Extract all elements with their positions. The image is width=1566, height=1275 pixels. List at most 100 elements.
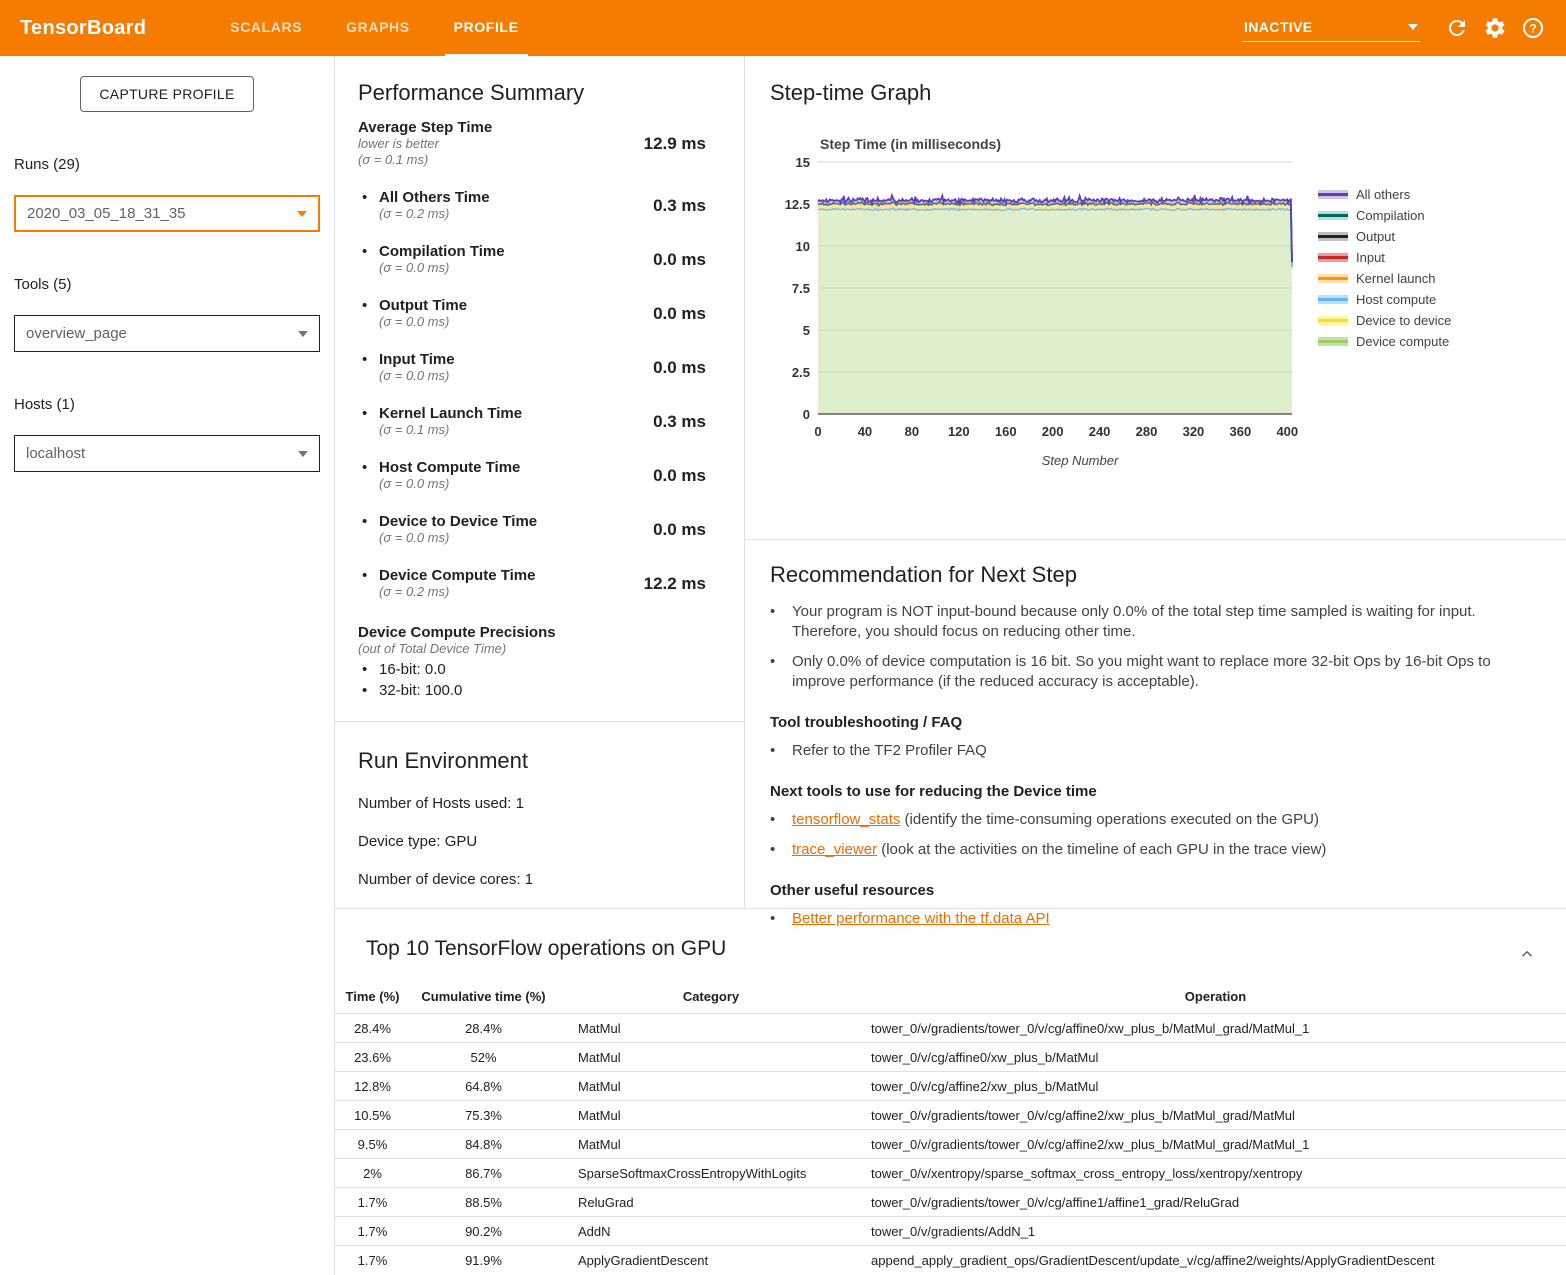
legend-label: Kernel launch	[1356, 271, 1436, 286]
operation-cell: append_apply_gradient_ops/GradientDescen…	[865, 1246, 1566, 1275]
recommendation-bullet: •Only 0.0% of device computation is 16 b…	[770, 652, 1526, 692]
runs-select[interactable]: 2020_03_05_18_31_35	[14, 195, 320, 232]
bullet-icon: •	[358, 682, 379, 699]
category-cell: MatMul	[557, 1043, 865, 1072]
legend-item: Input	[1318, 247, 1451, 268]
category-cell: MatMul	[557, 1014, 865, 1043]
metric-value: 0.3 ms	[653, 412, 706, 432]
svg-text:360: 360	[1230, 424, 1252, 439]
tab-graphs[interactable]: GRAPHS	[337, 0, 419, 56]
settings-gear-icon[interactable]	[1483, 16, 1507, 40]
metric-value: 0.0 ms	[653, 358, 706, 378]
tab-profile[interactable]: PROFILE	[445, 0, 528, 56]
svg-text:240: 240	[1089, 424, 1111, 439]
reload-status-value: INACTIVE	[1244, 19, 1313, 35]
bullet-icon: •	[770, 652, 792, 692]
bullet-icon: •	[358, 567, 379, 600]
average-step-time-note: lower is better	[358, 136, 492, 152]
bullet-icon: •	[358, 189, 379, 222]
chevron-up-icon[interactable]	[1518, 945, 1536, 963]
recommendation-text: Refer to the TF2 Profiler FAQ	[792, 742, 987, 759]
legend-item: Host compute	[1318, 289, 1451, 310]
precision-value: 32-bit: 100.0	[379, 682, 462, 699]
metric-row: •Kernel Launch Time(σ = 0.1 ms)0.3 ms	[358, 405, 706, 438]
category-cell: MatMul	[557, 1130, 865, 1159]
legend-item: Device to device	[1318, 310, 1451, 331]
runs-select-value: 2020_03_05_18_31_35	[27, 205, 186, 222]
reload-status-select[interactable]: INACTIVE	[1242, 15, 1420, 42]
resource-link[interactable]: trace_viewer	[792, 841, 877, 858]
column-header: Time (%)	[335, 983, 410, 1014]
sidebar: CAPTURE PROFILE Runs (29) 2020_03_05_18_…	[0, 56, 335, 1275]
svg-text:?: ?	[1529, 22, 1536, 36]
cumulative-cell: 91.9%	[410, 1246, 557, 1275]
cumulative-cell: 28.4%	[410, 1014, 557, 1043]
operation-cell: tower_0/v/cg/affine0/xw_plus_b/MatMul	[865, 1043, 1566, 1072]
cumulative-cell: 84.8%	[410, 1130, 557, 1159]
table-row: 9.5%84.8%MatMultower_0/v/gradients/tower…	[335, 1130, 1566, 1159]
svg-text:40: 40	[858, 424, 872, 439]
recommendation-text: (identify the time-consuming operations …	[900, 811, 1319, 828]
precisions-title: Device Compute Precisions	[358, 624, 706, 641]
operation-cell: tower_0/v/cg/affine2/xw_plus_b/MatMul	[865, 1072, 1566, 1101]
svg-text:280: 280	[1136, 424, 1158, 439]
bullet-icon: •	[770, 810, 792, 830]
chart-x-axis-label: Step Number	[843, 453, 1317, 468]
legend-swatch	[1318, 232, 1348, 241]
top-ops-section: Top 10 TensorFlow operations on GPU Time…	[335, 909, 1566, 1275]
refresh-icon[interactable]	[1445, 16, 1469, 40]
bullet-icon: •	[770, 741, 792, 761]
run-environment: Run Environment Number of Hosts used: 1D…	[335, 722, 744, 888]
recommendation-text: Only 0.0% of device computation is 16 bi…	[792, 652, 1526, 692]
column-header: Category	[557, 983, 865, 1014]
cumulative-cell: 86.7%	[410, 1159, 557, 1188]
recommendation-text: Your program is NOT input-bound because …	[792, 602, 1526, 642]
top-ops-table: Time (%)Cumulative time (%)CategoryOpera…	[335, 983, 1566, 1275]
precision-item: •16-bit: 0.0	[358, 661, 706, 678]
legend-label: Device compute	[1356, 334, 1449, 349]
bullet-icon: •	[358, 459, 379, 492]
runs-label: Runs (29)	[14, 156, 320, 173]
top-tabs: SCALARS GRAPHS PROFILE	[208, 0, 540, 56]
chevron-down-icon	[297, 211, 307, 217]
metric-row: •Compilation Time(σ = 0.0 ms)0.0 ms	[358, 243, 706, 276]
run-environment-item: Number of Hosts used: 1	[358, 795, 721, 812]
svg-text:12.5: 12.5	[785, 197, 810, 212]
operation-cell: tower_0/v/gradients/tower_0/v/cg/affine0…	[865, 1014, 1566, 1043]
tools-select[interactable]: overview_page	[14, 315, 320, 352]
legend-item: Device compute	[1318, 331, 1451, 352]
step-time-breakdown-list: •All Others Time(σ = 0.2 ms)0.3 ms•Compi…	[358, 189, 706, 600]
cumulative-cell: 75.3%	[410, 1101, 557, 1130]
tools-select-value: overview_page	[26, 325, 127, 342]
category-cell: ReluGrad	[557, 1188, 865, 1217]
table-row: 28.4%28.4%MatMultower_0/v/gradients/towe…	[335, 1014, 1566, 1043]
capture-profile-button[interactable]: CAPTURE PROFILE	[80, 76, 253, 112]
precision-item: •32-bit: 100.0	[358, 682, 706, 699]
chevron-down-icon	[298, 451, 308, 457]
time-cell: 12.8%	[335, 1072, 410, 1101]
metric-value: 0.0 ms	[653, 304, 706, 324]
metric-sigma: (σ = 0.2 ms)	[379, 584, 535, 600]
legend-label: Input	[1356, 250, 1385, 265]
legend-swatch	[1318, 253, 1348, 262]
bullet-icon: •	[770, 602, 792, 642]
run-environment-item: Device type: GPU	[358, 833, 721, 850]
recommendation-subheading: Tool troubleshooting / FAQ	[770, 714, 1526, 731]
run-environment-item: Number of device cores: 1	[358, 871, 721, 888]
help-icon[interactable]: ?	[1521, 16, 1545, 40]
metric-row: •Host Compute Time(σ = 0.0 ms)0.0 ms	[358, 459, 706, 492]
time-cell: 1.7%	[335, 1188, 410, 1217]
legend-label: Compilation	[1356, 208, 1425, 223]
chart-legend: All othersCompilationOutputInputKernel l…	[1318, 184, 1451, 352]
legend-item: Compilation	[1318, 205, 1451, 226]
app-header: TensorBoard SCALARS GRAPHS PROFILE INACT…	[0, 0, 1566, 56]
average-step-time-label: Average Step Time	[358, 119, 492, 136]
hosts-select[interactable]: localhost	[14, 435, 320, 472]
resource-link[interactable]: tensorflow_stats	[792, 811, 900, 828]
category-cell: AddN	[557, 1217, 865, 1246]
legend-swatch	[1318, 190, 1348, 199]
tab-scalars[interactable]: SCALARS	[221, 0, 311, 56]
step-time-graph-title: Step-time Graph	[770, 80, 1566, 106]
legend-swatch	[1318, 274, 1348, 283]
app-title: TensorBoard	[20, 17, 146, 40]
